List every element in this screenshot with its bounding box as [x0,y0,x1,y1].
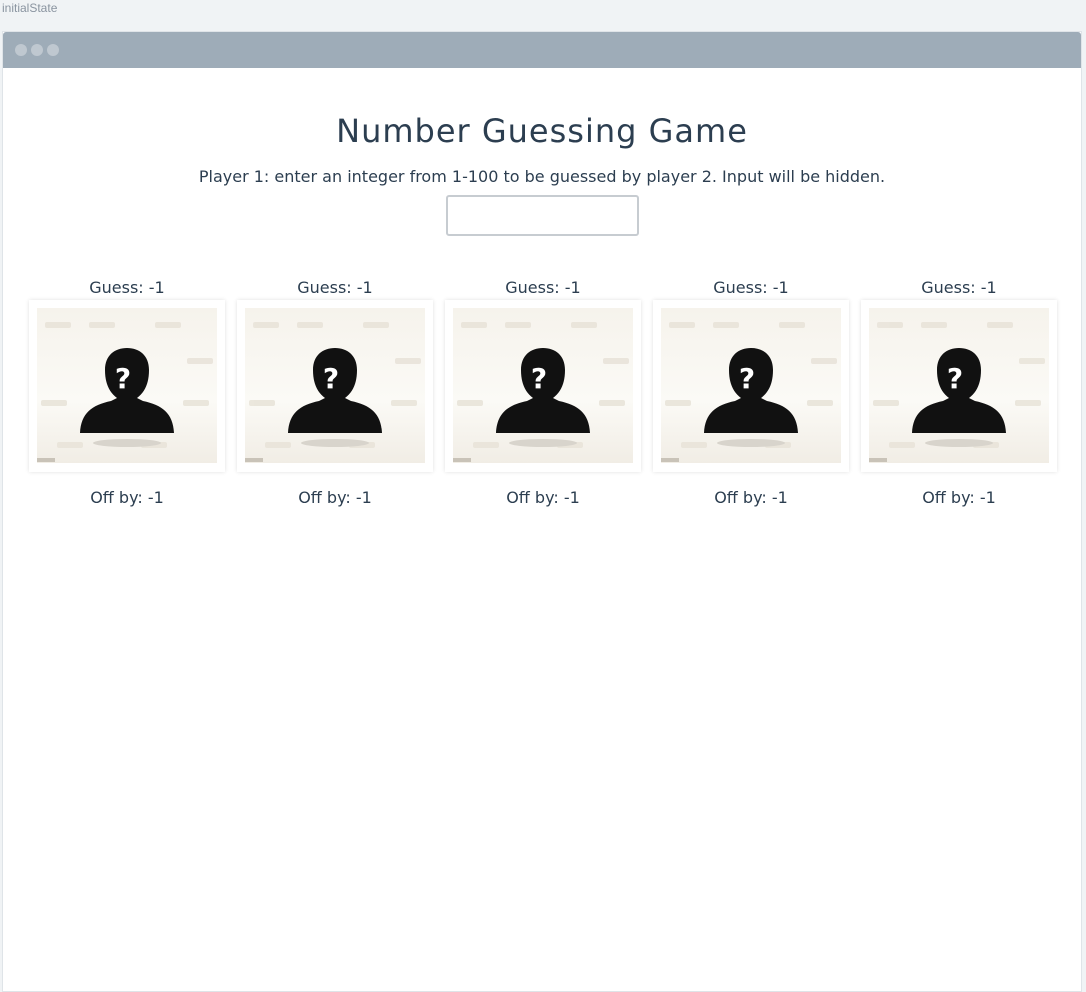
player-card: Guess: -1 ? Off by: -1 [237,276,433,510]
svg-text:?: ? [323,362,339,395]
instruction-text: Player 1: enter an integer from 1-100 to… [198,167,886,186]
unknown-person-icon: ? [661,308,841,463]
unknown-person-icon: ? [245,308,425,463]
off-by-label: Off by: -1 [90,488,164,507]
photo-frame: ? [653,300,849,472]
photo-frame: ? [445,300,641,472]
guess-label: Guess: -1 [505,278,581,297]
window-close-dot[interactable] [15,44,27,56]
off-by-label: Off by: -1 [922,488,996,507]
svg-text:?: ? [947,362,963,395]
guess-label: Guess: -1 [89,278,165,297]
window-minimize-dot[interactable] [31,44,43,56]
window-maximize-dot[interactable] [47,44,59,56]
photo-frame: ? [861,300,1057,472]
player-card: Guess: -1 ? Off by: -1 [445,276,641,510]
off-by-label: Off by: -1 [298,488,372,507]
player-card: Guess: -1 ? Off by: -1 [29,276,225,510]
guess-label: Guess: -1 [297,278,373,297]
state-label: initialState [2,1,58,15]
page-title: Number Guessing Game [336,112,748,150]
off-by-label: Off by: -1 [714,488,788,507]
guess-label: Guess: -1 [713,278,789,297]
guess-label: Guess: -1 [921,278,997,297]
svg-text:?: ? [115,362,131,395]
photo-frame: ? [29,300,225,472]
photo-frame: ? [237,300,433,472]
browser-window: Number Guessing Game Player 1: enter an … [2,31,1082,992]
unknown-person-icon: ? [869,308,1049,463]
secret-number-input[interactable] [446,195,639,236]
off-by-label: Off by: -1 [506,488,580,507]
player-card: Guess: -1 ? Off by: -1 [861,276,1057,510]
svg-text:?: ? [531,362,547,395]
window-titlebar [3,32,1081,68]
player-card: Guess: -1 ? Off by: -1 [653,276,849,510]
svg-text:?: ? [739,362,755,395]
unknown-person-icon: ? [453,308,633,463]
player-cards: Guess: -1 ? Off by: -1 Guess: -1 ? Off b… [29,276,1069,510]
unknown-person-icon: ? [37,308,217,463]
